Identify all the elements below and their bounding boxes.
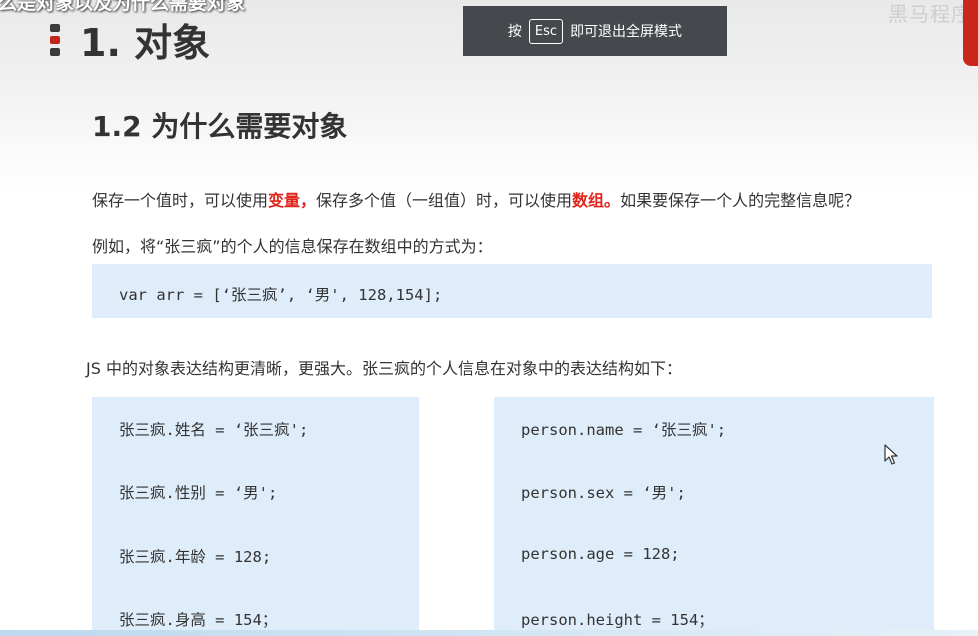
code-line: 张三疯.年龄 = 128; (119, 548, 272, 566)
paragraph-text: 保存多个值（一组值）时，可以使用 (316, 191, 573, 210)
code-line: person.sex = ‘男'; (521, 484, 686, 502)
toast-suffix: 即可退出全屏模式 (570, 24, 683, 40)
code-line: var arr = [‘张三疯’, ‘男', 128,154]; (119, 286, 443, 304)
section-title: 1. 对象 (80, 21, 211, 65)
code-line: 张三疯.姓名 = ‘张三疯'; (119, 421, 309, 439)
person-object-code-block: person.name = ‘张三疯'; person.sex = ‘男'; p… (494, 397, 934, 636)
paragraph-text: 如果要保存一个人的完整信息呢？ (620, 191, 861, 210)
highlight-array: 数组。 (572, 191, 621, 210)
exit-fullscreen-toast: 按 Esc 即可退出全屏模式 (463, 6, 727, 56)
code-line: person.age = 128; (521, 545, 680, 563)
code-line: 张三疯.性别 = ‘男'; (119, 484, 278, 502)
mouse-cursor-icon (884, 444, 898, 465)
bottom-progress-strip (0, 630, 978, 636)
code-line: 张三疯.身高 = 154； (119, 611, 278, 629)
paragraph-text: 保存一个值时，可以使用 (92, 191, 269, 210)
paragraph-example: 例如，将“张三疯”的个人的信息保存在数组中的方式为： (92, 237, 493, 256)
watermark-logo: 黑马程序 (888, 2, 972, 26)
esc-key-icon: Esc (528, 18, 564, 44)
code-line: person.height = 154； (521, 611, 714, 629)
chinese-object-code-block: 张三疯.姓名 = ‘张三疯'; 张三疯.性别 = ‘男'; 张三疯.年龄 = 1… (92, 397, 419, 636)
subsection-title: 1.2 为什么需要对象 (92, 110, 348, 143)
paragraph-object-intro: JS 中的对象表达结构更清晰，更强大。张三疯的个人信息在对象中的表达结构如下： (86, 359, 682, 378)
paragraph-storage: 保存一个值时，可以使用变量，保存多个值（一组值）时，可以使用数组。如果要保存一个… (92, 187, 860, 211)
section-bullet-icon (50, 24, 62, 60)
code-line: person.name = ‘张三疯'; (521, 421, 727, 439)
toast-prefix: 按 (507, 24, 522, 40)
highlight-variable: 变量， (268, 191, 317, 210)
brand-strip (963, 0, 978, 66)
array-code-block: var arr = [‘张三疯’, ‘男', 128,154]; (92, 264, 932, 318)
